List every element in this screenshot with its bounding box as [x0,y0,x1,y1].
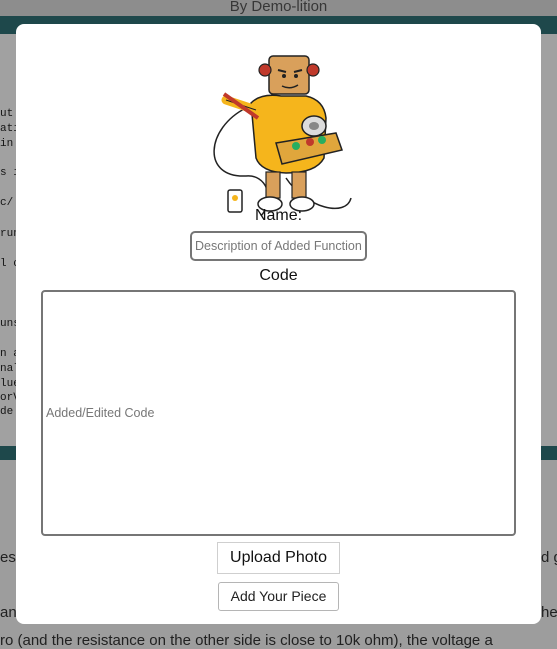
code-label: Code [259,267,298,284]
add-piece-modal: Name: Code Added/Edited Code Upload Phot… [16,24,541,624]
code-placeholder: Added/Edited Code [46,406,155,420]
robot-mascot-icon [206,48,356,228]
code-textarea[interactable]: Added/Edited Code [41,290,516,536]
upload-photo-button[interactable]: Upload Photo [217,542,340,574]
name-input[interactable] [190,231,367,261]
add-your-piece-button[interactable]: Add Your Piece [218,582,339,611]
name-label: Name: [254,207,303,224]
